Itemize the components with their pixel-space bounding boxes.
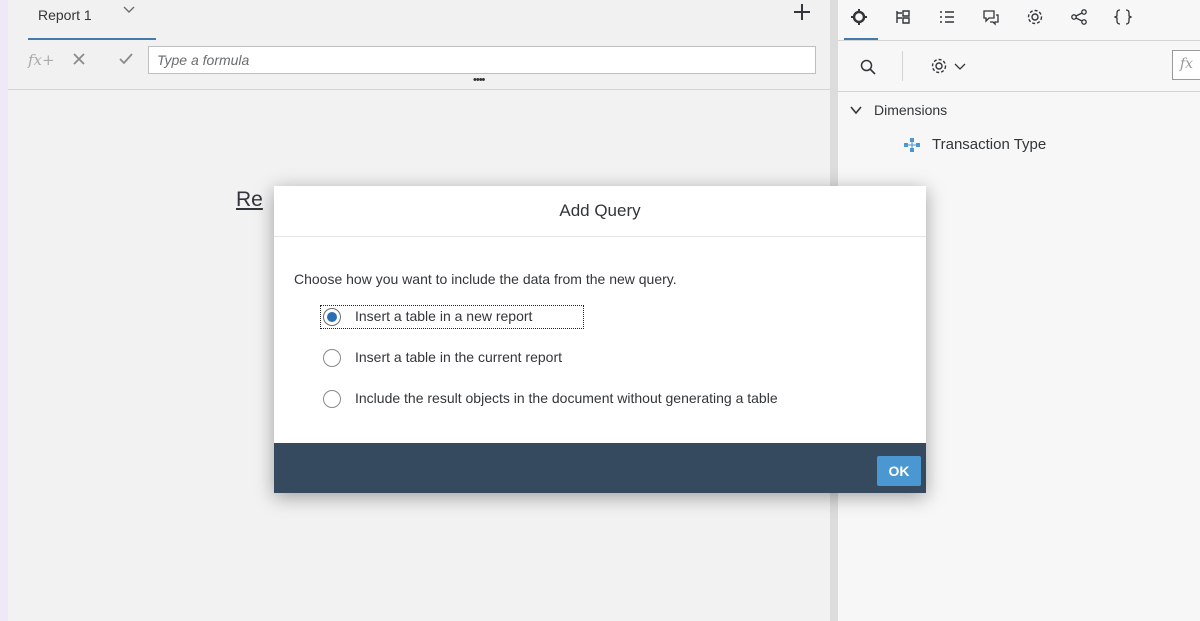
radio-no-table[interactable]: [323, 390, 341, 408]
dialog-prompt: Choose how you want to include the data …: [294, 271, 677, 287]
option-label[interactable]: Include the result objects in the docume…: [355, 390, 778, 406]
option-new-report[interactable]: Insert a table in a new report: [320, 305, 910, 330]
dialog-body: Choose how you want to include the data …: [274, 237, 926, 442]
radio-new-report[interactable]: [323, 308, 341, 326]
app-window: Report 1 fx+ •••• Re: [0, 0, 1200, 621]
add-query-dialog: Add Query Choose how you want to include…: [274, 186, 926, 493]
ok-button[interactable]: OK: [877, 456, 921, 486]
option-no-table[interactable]: Include the result objects in the docume…: [320, 388, 910, 412]
option-current-report[interactable]: Insert a table in the current report: [320, 347, 910, 371]
dialog-header: Add Query: [274, 186, 926, 237]
option-label[interactable]: Insert a table in the current report: [355, 349, 562, 365]
modal-overlay: Add Query Choose how you want to include…: [0, 0, 1200, 621]
radio-current-report[interactable]: [323, 349, 341, 367]
dialog-footer: OK: [274, 443, 926, 493]
dialog-title: Add Query: [559, 201, 641, 220]
option-label[interactable]: Insert a table in a new report: [355, 308, 532, 324]
